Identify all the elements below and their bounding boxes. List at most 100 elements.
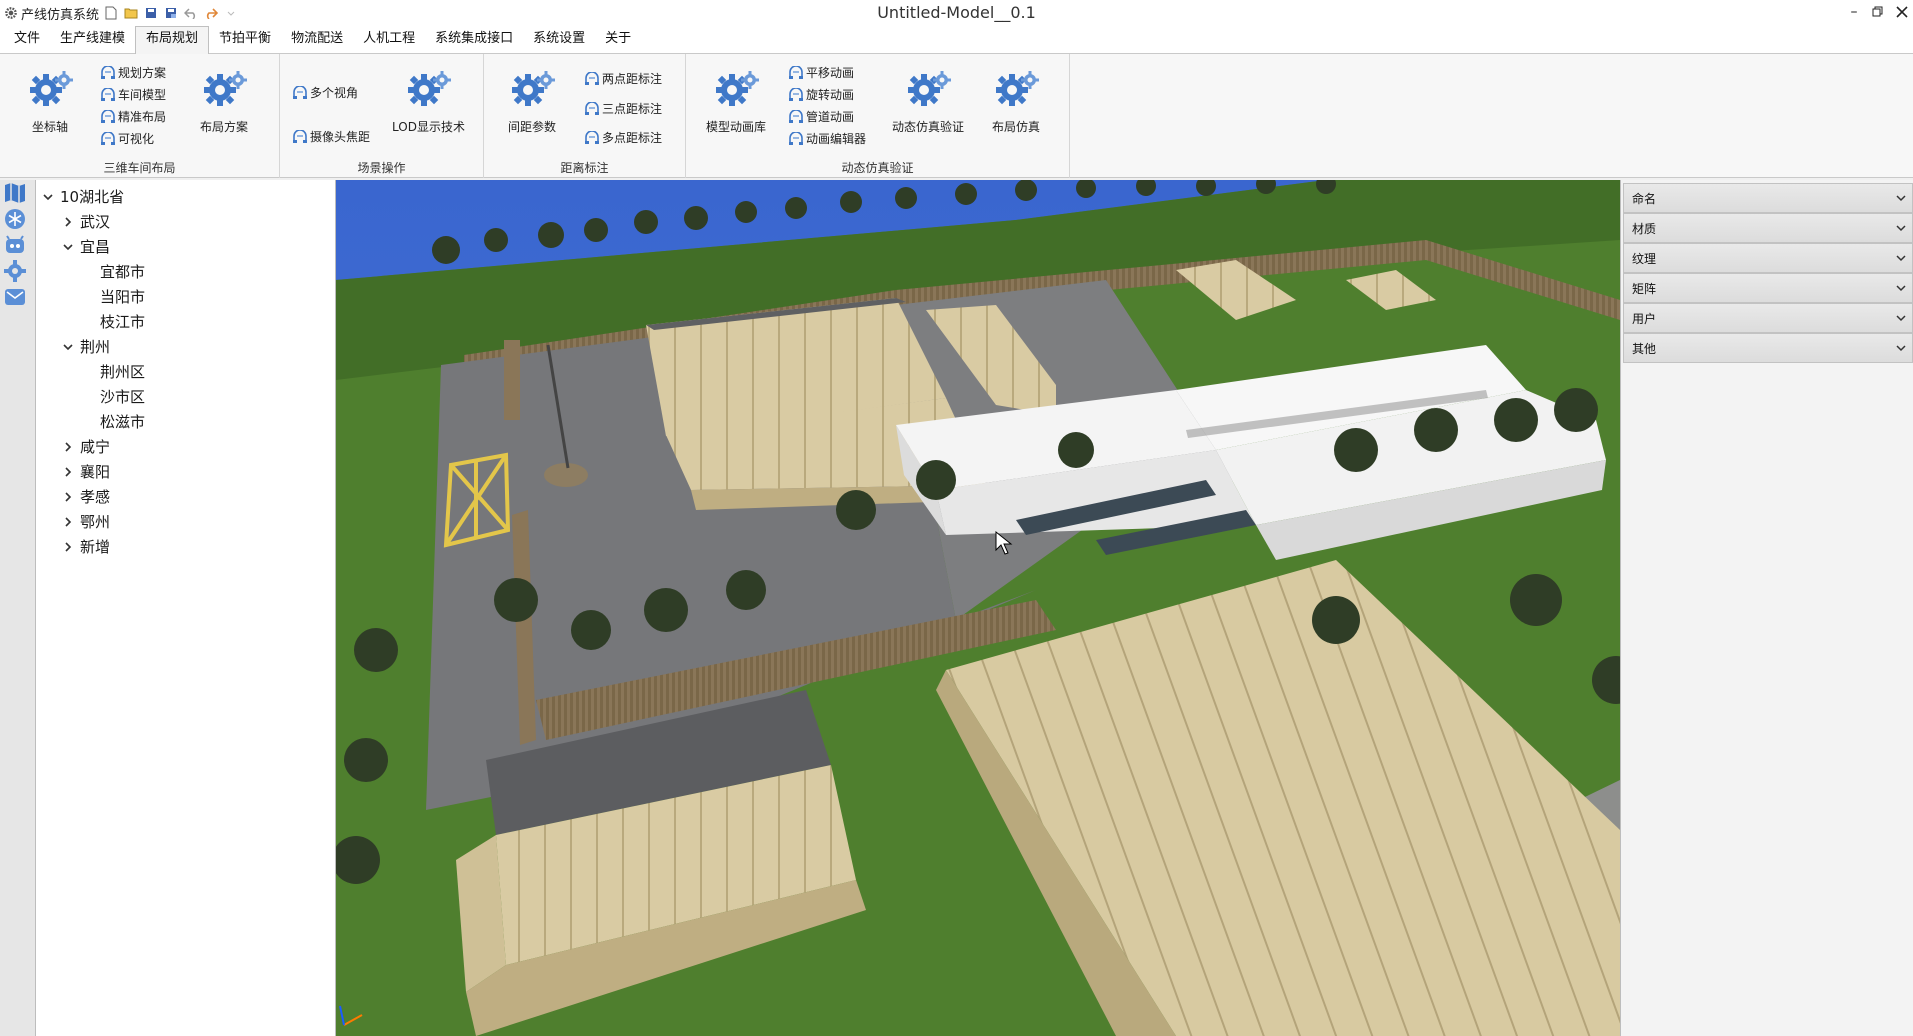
chevron-down-icon[interactable]: [60, 339, 76, 355]
chevron-down-icon[interactable]: [40, 189, 56, 205]
tree-item-shashi[interactable]: 沙市区: [36, 384, 335, 409]
menu-logistics[interactable]: 物流配送: [281, 27, 353, 53]
group-distance-annotation: 间距参数 两点距标注 三点距标注 多点距标注 距离标注: [484, 54, 686, 178]
menu-ergonomics[interactable]: 人机工程: [353, 27, 425, 53]
factory-scene[interactable]: [336, 180, 1620, 1036]
multi-point-dist-button[interactable]: 多点距标注: [584, 129, 662, 146]
section-user[interactable]: 用户: [1623, 303, 1913, 333]
mail-icon[interactable]: [4, 286, 26, 308]
multi-view-button[interactable]: 多个视角: [292, 84, 358, 101]
tree-item-xianning[interactable]: 咸宁: [36, 434, 335, 459]
menu-about[interactable]: 关于: [595, 27, 641, 53]
section-label: 用户: [1632, 311, 1657, 326]
gear-icon: [512, 71, 555, 106]
tree-item-zhijiang[interactable]: 枝江市: [36, 309, 335, 334]
menu-line-modeling[interactable]: 生产线建模: [50, 27, 135, 53]
gear-icon[interactable]: [4, 260, 26, 282]
precise-layout-button[interactable]: 精准布局: [100, 108, 166, 125]
close-icon[interactable]: [1893, 2, 1911, 22]
translate-anim-button[interactable]: 平移动画: [788, 64, 854, 81]
pipe-anim-label: 管道动画: [806, 110, 855, 124]
two-point-dist-button[interactable]: 两点距标注: [584, 70, 662, 87]
coord-axis-button[interactable]: 坐标轴: [26, 64, 74, 135]
section-other[interactable]: 其他: [1623, 333, 1913, 363]
camera-focal-button[interactable]: 摄像头焦距: [292, 128, 370, 145]
model-anim-lib-button[interactable]: 模型动画库: [706, 64, 766, 135]
chevron-down-icon[interactable]: [60, 239, 76, 255]
menu-file[interactable]: 文件: [4, 27, 50, 53]
title-bar: 产线仿真系统 Untitled-Model__0.1 –: [0, 0, 1913, 26]
robot-icon[interactable]: [4, 234, 26, 256]
chevron-right-icon[interactable]: [60, 489, 76, 505]
gear-icon: [908, 71, 951, 106]
tree-item-songzi[interactable]: 松滋市: [36, 409, 335, 434]
anim-editor-button[interactable]: 动画编辑器: [788, 130, 866, 147]
section-name[interactable]: 命名: [1623, 183, 1913, 213]
snowflake-icon[interactable]: [4, 208, 26, 230]
anim-icon: [788, 87, 804, 102]
open-folder-icon[interactable]: [123, 5, 139, 21]
tree-item-xiangyang[interactable]: 襄阳: [36, 459, 335, 484]
tree-item-jingzhou-district[interactable]: 荆州区: [36, 359, 335, 384]
map-icon[interactable]: [4, 182, 26, 204]
chevron-right-icon[interactable]: [60, 539, 76, 555]
save-as-icon[interactable]: [163, 5, 179, 21]
three-point-dist-button[interactable]: 三点距标注: [584, 100, 662, 117]
section-label: 材质: [1632, 221, 1657, 236]
tool-icon: [100, 65, 116, 80]
workshop-model-label: 车间模型: [118, 88, 167, 102]
menu-layout-planning[interactable]: 布局规划: [135, 26, 210, 54]
layout-sim-label: 布局仿真: [992, 120, 1041, 134]
menu-settings[interactable]: 系统设置: [523, 27, 595, 53]
chevron-right-icon[interactable]: [60, 464, 76, 480]
tree-item-wuhan[interactable]: 武汉: [36, 209, 335, 234]
section-material[interactable]: 材质: [1623, 213, 1913, 243]
undo-icon[interactable]: [183, 5, 199, 21]
gear-icon: [204, 71, 247, 106]
tree-item-xiaogan[interactable]: 孝感: [36, 484, 335, 509]
save-icon[interactable]: [143, 5, 159, 21]
minimize-icon[interactable]: –: [1845, 2, 1863, 22]
chevron-down-icon: [1896, 311, 1906, 325]
group-title: 场景操作: [357, 161, 406, 175]
tree-item-yichang[interactable]: 宜昌: [36, 234, 335, 259]
tree-item-yidu[interactable]: 宜都市: [36, 259, 335, 284]
menu-integration[interactable]: 系统集成接口: [425, 27, 523, 53]
tree-item-jingzhou[interactable]: 荆州: [36, 334, 335, 359]
spacing-params-button[interactable]: 间距参数: [508, 64, 556, 135]
layout-sim-button[interactable]: 布局仿真: [992, 64, 1040, 135]
tree-root[interactable]: 10湖北省: [36, 184, 335, 209]
chevron-right-icon[interactable]: [60, 214, 76, 230]
workshop-model-button[interactable]: 车间模型: [100, 86, 166, 103]
section-matrix[interactable]: 矩阵: [1623, 273, 1913, 303]
menu-takt-balance[interactable]: 节拍平衡: [209, 27, 281, 53]
tree-item-label: 枝江市: [100, 313, 146, 331]
tree-item-label: 孝感: [80, 488, 111, 506]
new-file-icon[interactable]: [103, 5, 119, 21]
group-title: 动态仿真验证: [841, 161, 914, 175]
layout-scheme-button[interactable]: 布局方案: [200, 64, 248, 135]
restore-icon[interactable]: [1869, 2, 1887, 22]
visualize-button[interactable]: 可视化: [100, 130, 154, 147]
tree-item-dangyang[interactable]: 当阳市: [36, 284, 335, 309]
tree-item-label: 襄阳: [80, 463, 111, 481]
dropdown-icon[interactable]: [223, 5, 239, 21]
tree-item-ezhou[interactable]: 鄂州: [36, 509, 335, 534]
pipe-anim-button[interactable]: 管道动画: [788, 108, 854, 125]
anim-editor-label: 动画编辑器: [806, 132, 867, 146]
left-icon-strip: [0, 180, 36, 1036]
chevron-right-icon[interactable]: [60, 514, 76, 530]
tree-item-new[interactable]: 新增: [36, 534, 335, 559]
lod-display-button[interactable]: LOD显示技术: [392, 64, 465, 135]
redo-icon[interactable]: [203, 5, 219, 21]
two-point-dist-label: 两点距标注: [602, 72, 663, 86]
app-gear-icon: [3, 5, 19, 21]
chevron-right-icon[interactable]: [60, 439, 76, 455]
planning-scheme-button[interactable]: 规划方案: [100, 64, 166, 81]
section-texture[interactable]: 纹理: [1623, 243, 1913, 273]
rotate-anim-button[interactable]: 旋转动画: [788, 86, 854, 103]
3d-viewport[interactable]: [336, 180, 1620, 1036]
tool-icon: [100, 87, 116, 102]
tree-item-label: 鄂州: [80, 513, 111, 531]
dynamic-verify-button[interactable]: 动态仿真验证: [892, 64, 964, 135]
